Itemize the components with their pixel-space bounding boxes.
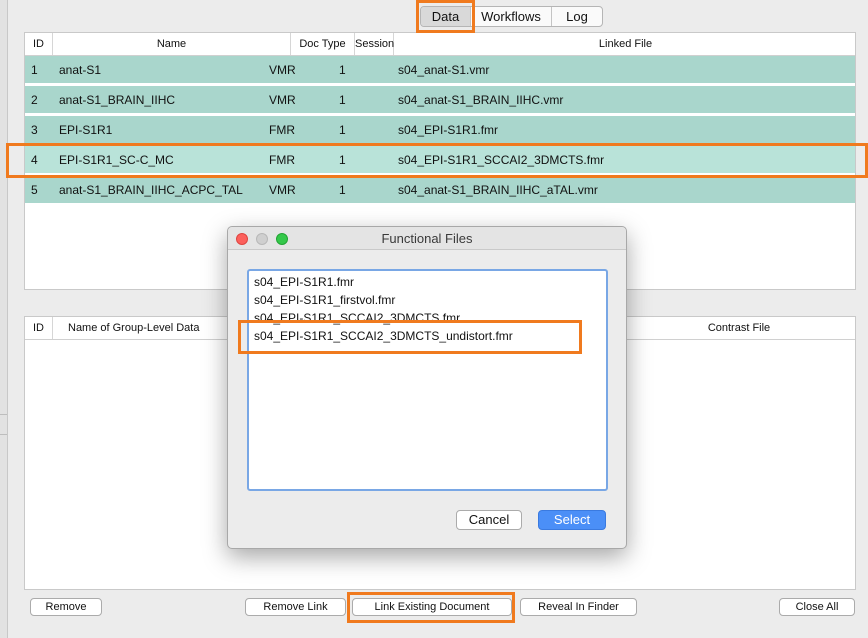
list-item[interactable]: s04_EPI-S1R1.fmr bbox=[254, 273, 354, 291]
cell-doc-type: FMR bbox=[269, 123, 295, 137]
table-row-selected[interactable]: 4 EPI-S1R1_SC-C_MC FMR 1 s04_EPI-S1R1_SC… bbox=[25, 146, 855, 174]
cell-linked-file: s04_EPI-S1R1_SCCAI2_3DMCTS.fmr bbox=[398, 153, 605, 167]
column-header-id[interactable]: ID bbox=[25, 317, 53, 339]
cell-id: 3 bbox=[31, 123, 38, 137]
cell-linked-file: s04_anat-S1_BRAIN_IIHC.vmr bbox=[398, 93, 564, 107]
divider bbox=[0, 434, 7, 435]
close-all-button[interactable]: Close All bbox=[779, 598, 855, 616]
functional-files-dialog: Functional Files s04_EPI-S1R1.fmr s04_EP… bbox=[227, 226, 627, 549]
left-edge-strip bbox=[0, 0, 8, 638]
cell-session: 1 bbox=[339, 153, 346, 167]
cell-linked-file: s04_EPI-S1R1.fmr bbox=[398, 123, 499, 137]
list-item[interactable]: s04_EPI-S1R1_SCCAI2_3DMCTS.fmr bbox=[254, 309, 460, 327]
remove-link-button[interactable]: Remove Link bbox=[245, 598, 346, 616]
cell-doc-type: VMR bbox=[269, 63, 296, 77]
zoom-window-icon[interactable] bbox=[276, 233, 288, 245]
cell-session: 1 bbox=[339, 93, 346, 107]
cell-name: EPI-S1R1_SC-C_MC bbox=[59, 153, 174, 167]
column-header-doc-type[interactable]: Doc Type bbox=[291, 33, 355, 55]
column-header-contrast-file[interactable]: Contrast File bbox=[620, 317, 855, 339]
functional-files-list[interactable]: s04_EPI-S1R1.fmr s04_EPI-S1R1_firstvol.f… bbox=[247, 269, 608, 491]
table-row[interactable]: 5 anat-S1_BRAIN_IIHC_ACPC_TAL VMR 1 s04_… bbox=[25, 176, 855, 204]
tab-workflows[interactable]: Workflows bbox=[471, 7, 552, 26]
cell-name: anat-S1_BRAIN_IIHC bbox=[59, 93, 176, 107]
cell-id: 2 bbox=[31, 93, 38, 107]
minimize-window-icon[interactable] bbox=[256, 233, 268, 245]
list-item[interactable]: s04_EPI-S1R1_firstvol.fmr bbox=[254, 291, 395, 309]
cell-doc-type: VMR bbox=[269, 93, 296, 107]
table-row[interactable]: 3 EPI-S1R1 FMR 1 s04_EPI-S1R1.fmr bbox=[25, 116, 855, 144]
cell-name: EPI-S1R1 bbox=[59, 123, 113, 137]
close-window-icon[interactable] bbox=[236, 233, 248, 245]
reveal-in-finder-button[interactable]: Reveal In Finder bbox=[520, 598, 637, 616]
cell-id: 4 bbox=[31, 153, 38, 167]
table-row[interactable]: 1 anat-S1 VMR 1 s04_anat-S1.vmr bbox=[25, 56, 855, 84]
link-existing-document-button[interactable]: Link Existing Document bbox=[352, 598, 512, 616]
cell-name: anat-S1 bbox=[59, 63, 102, 77]
column-header-session[interactable]: Session bbox=[355, 33, 394, 55]
cell-id: 5 bbox=[31, 183, 38, 197]
column-header-id[interactable]: ID bbox=[25, 33, 53, 55]
cell-linked-file: s04_anat-S1_BRAIN_IIHC_aTAL.vmr bbox=[398, 183, 598, 197]
list-item[interactable]: s04_EPI-S1R1_SCCAI2_3DMCTS_undistort.fmr bbox=[254, 327, 513, 345]
cell-doc-type: VMR bbox=[269, 183, 296, 197]
cell-id: 1 bbox=[31, 63, 38, 77]
view-tabs: Data Workflows Log bbox=[420, 6, 603, 27]
cell-session: 1 bbox=[339, 183, 346, 197]
documents-table-header: ID Name Doc Type Session Linked File bbox=[25, 33, 855, 56]
cell-doc-type: FMR bbox=[269, 153, 295, 167]
remove-button[interactable]: Remove bbox=[30, 598, 102, 616]
cancel-button[interactable]: Cancel bbox=[456, 510, 522, 530]
cell-name: anat-S1_BRAIN_IIHC_ACPC_TAL bbox=[59, 183, 243, 197]
select-button[interactable]: Select bbox=[538, 510, 606, 530]
tab-data[interactable]: Data bbox=[421, 7, 471, 26]
cell-session: 1 bbox=[339, 123, 346, 137]
column-header-linked-file[interactable]: Linked File bbox=[394, 33, 855, 55]
tab-log[interactable]: Log bbox=[552, 7, 602, 26]
cell-session: 1 bbox=[339, 63, 346, 77]
cell-linked-file: s04_anat-S1.vmr bbox=[398, 63, 490, 77]
divider bbox=[0, 414, 7, 415]
column-header-name[interactable]: Name bbox=[53, 33, 291, 55]
table-row[interactable]: 2 anat-S1_BRAIN_IIHC VMR 1 s04_anat-S1_B… bbox=[25, 86, 855, 114]
